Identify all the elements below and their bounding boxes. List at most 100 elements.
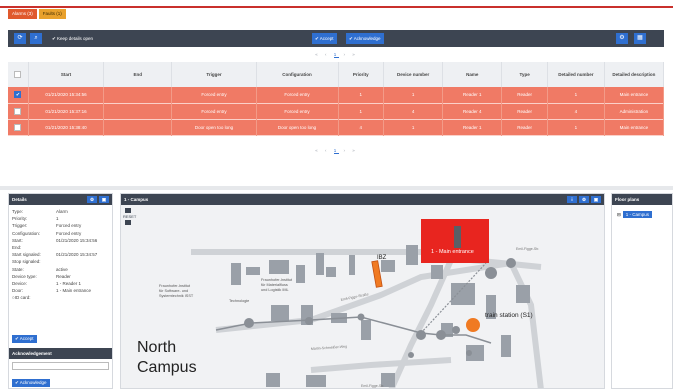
reset-button[interactable]: RESET (123, 214, 137, 219)
id-card-row[interactable]: ○ ID card: (9, 294, 112, 301)
detail-row: Start: 01/21/2020 15:34:56 (9, 237, 112, 244)
pager-next[interactable]: › » (344, 52, 358, 57)
node[interactable] (452, 326, 460, 334)
table-cell: Main entrance (604, 119, 665, 135)
table-cell: 1 (547, 119, 605, 135)
building (266, 373, 280, 387)
acknowledge-button[interactable]: ✔ Acknowledge (346, 33, 384, 44)
street-label: Emil-Figge-Str. (516, 247, 539, 251)
map-info-button[interactable]: i (567, 196, 577, 203)
detail-value: active (56, 266, 68, 272)
building (306, 375, 326, 387)
building (316, 253, 324, 275)
node[interactable] (357, 313, 365, 321)
pager-current[interactable]: 1 (333, 148, 340, 154)
node[interactable] (436, 330, 446, 340)
detail-key: State: (12, 266, 24, 272)
tab-faults[interactable]: Faults (1) (38, 9, 66, 19)
details-settings-button[interactable]: ⚙ (87, 196, 97, 203)
pager-next[interactable]: › » (344, 148, 358, 153)
floor-plan-item[interactable]: ⊟ 1 - Campus (617, 211, 653, 218)
main-entrance-label: 1 - Main entrance (431, 249, 474, 255)
node[interactable] (244, 318, 254, 328)
row-select-cell[interactable] (8, 103, 29, 119)
col-configuration[interactable]: Configuration (256, 62, 339, 87)
detail-key: Stop signaled: (12, 259, 41, 265)
col-trigger[interactable]: Trigger (171, 62, 257, 87)
map-header: 1 - Campus i ⚙ ▣ (121, 194, 604, 205)
building (296, 265, 305, 283)
node[interactable] (305, 317, 313, 325)
map-label: und Logistik IML (261, 288, 289, 292)
collapse-icon[interactable]: ⊟ (617, 212, 621, 218)
campus-map[interactable]: RESET 1 - Main entrance IBZ train statio… (121, 205, 605, 389)
col-detailed-number[interactable]: Detailed number (547, 62, 605, 87)
zoom-out-button[interactable] (125, 220, 131, 225)
map-expand-button[interactable]: ▣ (591, 196, 601, 203)
col-name[interactable]: Name (442, 62, 503, 87)
node[interactable] (408, 352, 414, 358)
col-start[interactable]: Start (28, 62, 105, 87)
row-checkbox[interactable] (14, 123, 22, 131)
settings-button[interactable]: ⚙ (616, 33, 628, 44)
building (406, 245, 418, 265)
north-campus-label: Campus (137, 359, 197, 376)
columns-icon: ▦ (637, 35, 643, 41)
expand-icon: ▣ (101, 197, 107, 202)
detail-row: Configuration: Forced entry (9, 230, 112, 237)
table-cell: Reader (501, 103, 548, 119)
col-detailed-description[interactable]: Detailed description (604, 62, 665, 87)
select-all-checkbox[interactable] (14, 71, 22, 78)
row-checkbox[interactable] (14, 107, 22, 115)
acknowledgement-input[interactable] (12, 362, 109, 370)
info-icon: i (571, 197, 573, 202)
detail-value: 1 - Main entrance (56, 288, 92, 294)
table-row[interactable]: 01/21/2020 15:37:16 Forced entry Forced … (8, 103, 665, 119)
node[interactable] (416, 330, 426, 340)
node[interactable] (485, 267, 497, 279)
details-accept-button[interactable]: ✔ Accept (12, 335, 37, 343)
refresh-button[interactable]: ⟳ (14, 33, 26, 44)
col-device-number[interactable]: Device number (383, 62, 444, 87)
details-fields: Type: Alarm Priority: 1 Trigger: Forced ent… (9, 205, 112, 301)
train-station-device[interactable] (466, 318, 480, 332)
col-end[interactable]: End (103, 62, 173, 87)
detail-key: Type: (12, 209, 24, 214)
node[interactable] (466, 350, 472, 356)
table-row[interactable]: ✔ 01/21/2020 15:34:56 Forced entry Force… (8, 87, 665, 103)
pager-prev[interactable]: « ‹ (315, 148, 329, 153)
pager-bottom: « ‹ 1 › » (0, 148, 673, 154)
select-all-cell[interactable] (8, 62, 29, 87)
col-priority[interactable]: Priority (338, 62, 385, 87)
tabs: Alarms (3) Faults (1) (8, 9, 66, 19)
detail-row: End: (9, 244, 112, 251)
pager-prev[interactable]: « ‹ (315, 52, 329, 57)
row-checkbox[interactable]: ✔ (14, 91, 22, 99)
alarm-toolbar: ⟳ ⌕ ✔ Keep details open ✔ Accept ✔ Ackno… (8, 30, 664, 47)
tab-alarms[interactable]: Alarms (3) (8, 9, 37, 19)
table-row[interactable]: 01/21/2020 15:38:40 Door open too long D… (8, 119, 665, 135)
table-cell: Forced entry (256, 87, 339, 103)
search-button[interactable]: ⌕ (30, 33, 42, 44)
table-cell: Main entrance (604, 87, 665, 103)
row-select-cell[interactable] (8, 119, 29, 135)
col-type[interactable]: Type (501, 62, 548, 87)
columns-button[interactable]: ▦ (634, 33, 646, 44)
accept-button[interactable]: ✔ Accept (312, 33, 337, 44)
zoom-in-button[interactable] (125, 208, 131, 213)
table-cell: Reader (501, 119, 548, 135)
map-settings-button[interactable]: ⚙ (579, 196, 589, 203)
node[interactable] (506, 258, 516, 268)
details-acknowledge-button[interactable]: ✔ Acknowledge (12, 379, 50, 387)
id-card-label: ID card: (14, 295, 31, 301)
table-cell (103, 87, 173, 103)
panel-splitter[interactable] (0, 186, 673, 190)
refresh-icon: ⟳ (17, 35, 23, 41)
row-select-cell[interactable]: ✔ (8, 87, 29, 103)
pager-current[interactable]: 1 (333, 52, 340, 58)
detail-row: Device type: Reader (9, 273, 112, 280)
table-cell: Administration (604, 103, 665, 119)
keep-details-open-toggle[interactable]: ✔ Keep details open (52, 33, 93, 44)
table-cell: Reader 4 (442, 103, 503, 119)
details-expand-button[interactable]: ▣ (99, 196, 109, 203)
